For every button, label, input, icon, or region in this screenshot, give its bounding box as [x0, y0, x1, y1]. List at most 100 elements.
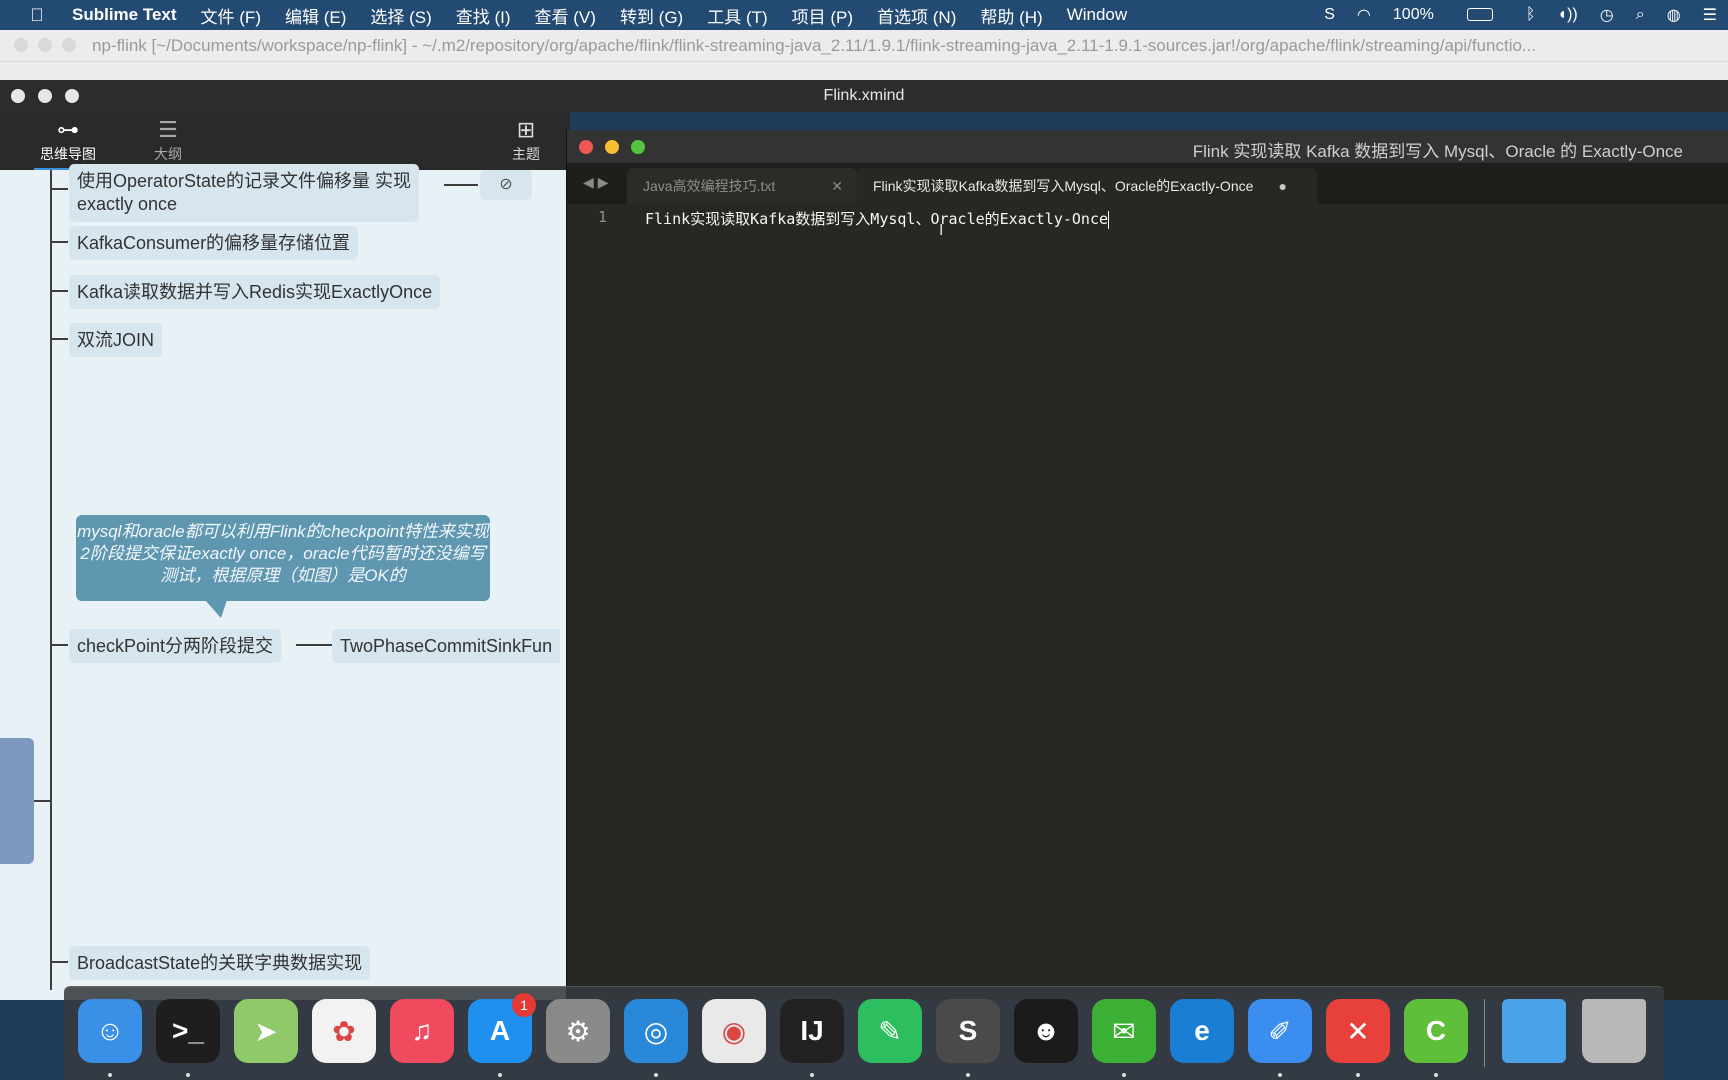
dock-glyph: ◎ — [643, 1015, 669, 1047]
battery-percent[interactable]: 100% — [1393, 6, 1434, 24]
dock-glyph: ✐ — [1268, 1015, 1292, 1047]
tab-java-tips[interactable]: Java高效编程技巧.txt ✕ — [627, 168, 857, 204]
dock-safari-icon[interactable]: ◎ — [624, 999, 688, 1063]
tab-nav-arrows[interactable]: ◀▶ — [583, 174, 613, 191]
running-indicator — [108, 1073, 112, 1077]
xmind-zoom-button[interactable] — [65, 89, 79, 103]
volume-icon[interactable]: ◖)) — [1557, 6, 1577, 24]
tab-outline[interactable]: ☰ 大纲 — [128, 116, 208, 164]
menu-preferences[interactable]: 首选项 (N) — [877, 3, 956, 28]
dock-camtasia-icon[interactable]: C — [1404, 999, 1468, 1063]
status-area: S ◠ 100% ᛒ ◖)) ◷ ⌕ ◍ ☰ — [1313, 0, 1728, 30]
topic-node[interactable]: KafkaConsumer的偏移量存储位置 — [69, 226, 359, 260]
subtopic-node[interactable]: TwoPhaseCommitSinkFun — [332, 629, 561, 663]
tab-mindmap[interactable]: ⊶ 思维导图 — [28, 116, 108, 171]
mindmap-canvas[interactable]: 使用OperatorState的记录文件偏移量 实现 exactly once … — [0, 164, 570, 1000]
menu-window[interactable]: Window — [1067, 5, 1127, 25]
running-indicator — [498, 1073, 502, 1077]
side-panel-handle[interactable] — [0, 738, 34, 864]
clock-icon[interactable]: ◷ — [1600, 5, 1614, 25]
running-indicator — [1434, 1073, 1438, 1077]
intellij-window: np-flink [~/Documents/workspace/np-flink… — [0, 30, 1728, 80]
siri-icon[interactable]: ◍ — [1667, 5, 1681, 25]
dock-intellij-idea-icon[interactable]: IJ — [780, 999, 844, 1063]
menu-help[interactable]: 帮助 (H) — [980, 3, 1042, 28]
outline-icon: ☰ — [158, 117, 178, 142]
xmind-window: ⊶ 思维导图 ☰ 大纲 ⊞ 主题 使用OperatorState的记录文件偏移量… — [0, 80, 570, 1000]
menu-tools[interactable]: 工具 (T) — [707, 3, 767, 28]
dock-glyph: S — [958, 1015, 978, 1046]
sublime-close-button[interactable] — [579, 140, 593, 154]
apple-icon[interactable]:  — [22, 5, 52, 26]
idea-toolbar — [0, 62, 1728, 80]
sublime-status-icon[interactable]: S — [1324, 6, 1335, 24]
dock-downloads-folder-icon[interactable] — [1502, 999, 1566, 1063]
menu-goto[interactable]: 转到 (G) — [620, 3, 683, 28]
topic-button[interactable]: ⊞ 主题 — [496, 116, 556, 164]
sublime-window-title: Flink 实现读取 Kafka 数据到写入 Mysql、Oracle 的 Ex… — [1192, 142, 1683, 161]
tab-outline-label: 大纲 — [154, 146, 182, 162]
link-icon[interactable]: ⊘ — [480, 170, 532, 200]
dock-trash-icon[interactable] — [1582, 999, 1646, 1063]
dock-app-store-icon[interactable]: A1 — [468, 993, 536, 1063]
dock-maps-icon[interactable]: ➤ — [234, 999, 298, 1063]
dock-evernote-icon[interactable]: ✎ — [858, 999, 922, 1063]
bluetooth-icon[interactable]: ᛒ — [1526, 6, 1536, 24]
dock-glyph: ✕ — [1346, 1015, 1370, 1047]
search-icon[interactable]: ⌕ — [1636, 6, 1645, 24]
dock-edge-icon[interactable]: e — [1170, 999, 1234, 1063]
sublime-minimize-button[interactable] — [605, 140, 619, 154]
topic-node[interactable]: 使用OperatorState的记录文件偏移量 实现 exactly once — [69, 164, 420, 222]
tab-flink-exactly-once[interactable]: Flink实现读取Kafka数据到写入Mysql、Oracle的Exactly-… — [857, 168, 1317, 204]
dock-qq-icon[interactable]: ☻ — [1014, 999, 1078, 1063]
xmind-titlebar: Flink.xmind — [0, 80, 1728, 112]
xmind-close-button[interactable] — [11, 89, 25, 103]
close-tab-icon[interactable]: ✕ — [831, 168, 843, 204]
tab-label: Flink实现读取Kafka数据到写入Mysql、Oracle的Exactly-… — [873, 178, 1254, 194]
xmind-minimize-button[interactable] — [38, 89, 52, 103]
menu-file[interactable]: 文件 (F) — [201, 3, 261, 28]
idea-close-button[interactable] — [14, 38, 28, 52]
dock-sublime-text-icon[interactable]: S — [936, 999, 1000, 1063]
dock-chrome-icon[interactable]: ◉ — [702, 999, 766, 1063]
dock-markdown-editor-icon[interactable]: ✐ — [1248, 999, 1312, 1063]
dock-wechat-icon[interactable]: ✉ — [1092, 999, 1156, 1063]
dock-glyph: IJ — [800, 1015, 824, 1046]
dock-finder-icon[interactable]: ☺ — [78, 999, 142, 1063]
add-topic-icon: ⊞ — [516, 117, 536, 142]
callout-note[interactable]: mysql和oracle都可以利用Flink的checkpoint特性来实现2阶… — [76, 515, 490, 601]
menu-selection[interactable]: 选择 (S) — [370, 3, 431, 28]
dock-glyph: ⚙ — [565, 1015, 591, 1047]
notification-center-icon[interactable]: ☰ — [1703, 5, 1717, 25]
dock-system-preferences-icon[interactable]: ⚙ — [546, 999, 610, 1063]
editor-line-text: Flink实现读取Kafka数据到写入Mysql、Oracle的Exactly-… — [645, 210, 1109, 228]
dock-music-icon[interactable]: ♫ — [390, 999, 454, 1063]
callout-tail — [205, 600, 227, 618]
wifi-icon[interactable]: ◠ — [1357, 5, 1371, 25]
battery-icon[interactable] — [1456, 6, 1504, 24]
unsaved-dot-icon[interactable]: ● — [1279, 168, 1287, 204]
editor-line[interactable]: Flink实现读取Kafka数据到写入Mysql、Oracle的Exactly-… — [645, 208, 1110, 229]
menu-app-name[interactable]: Sublime Text — [72, 5, 177, 25]
menu-project[interactable]: 项目 (P) — [792, 3, 853, 28]
idea-zoom-button[interactable] — [62, 38, 76, 52]
menu-edit[interactable]: 编辑 (E) — [285, 3, 346, 28]
dock-photos-icon[interactable]: ✿ — [312, 999, 376, 1063]
topic-node[interactable]: BroadcastState的关联字典数据实现 — [69, 946, 371, 980]
running-indicator — [1122, 1073, 1126, 1077]
dock-glyph: ☺ — [95, 1015, 125, 1046]
editor-area[interactable]: 1 Flink实现读取Kafka数据到写入Mysql、Oracle的Exactl… — [567, 204, 1728, 1000]
topic-node-checkpoint[interactable]: checkPoint分两阶段提交 — [69, 629, 282, 663]
menu-view[interactable]: 查看 (V) — [535, 3, 596, 28]
idea-minimize-button[interactable] — [38, 38, 52, 52]
topic-node[interactable]: Kafka读取数据并写入Redis实现ExactlyOnce — [69, 275, 441, 309]
menu-find[interactable]: 查找 (I) — [456, 3, 511, 28]
topic-node[interactable]: 双流JOIN — [69, 323, 163, 357]
idea-window-title: np-flink [~/Documents/workspace/np-flink… — [0, 30, 1728, 62]
dock-terminal-icon[interactable]: >_ — [156, 999, 220, 1063]
sublime-zoom-button[interactable] — [631, 140, 645, 154]
dock-xmind-icon[interactable]: ✕ — [1326, 999, 1390, 1063]
dock-glyph: C — [1425, 1015, 1447, 1046]
sublime-tab-bar: ◀▶ Java高效编程技巧.txt ✕ Flink实现读取Kafka数据到写入M… — [567, 164, 1728, 204]
mindmap-icon: ⊶ — [57, 117, 79, 142]
